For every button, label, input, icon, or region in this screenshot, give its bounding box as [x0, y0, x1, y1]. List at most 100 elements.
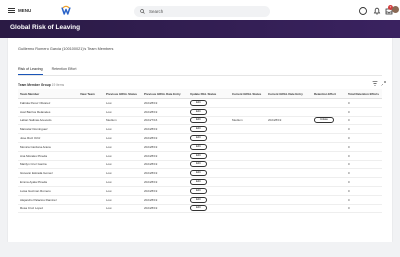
- previous-status-cell: Low: [104, 195, 142, 205]
- team-members-table: Team Member View Team Previous GRGL Stat…: [18, 89, 382, 214]
- edit-button[interactable]: Edit: [190, 99, 207, 106]
- initiate-button[interactable]: Initiate: [314, 117, 334, 124]
- retention-effort-cell: [312, 168, 346, 179]
- previous-status-cell: Low: [104, 168, 142, 179]
- total-retention-cell: 0: [346, 142, 382, 152]
- team-member-name[interactable]: Monica Cardona Arana: [18, 142, 78, 152]
- table-row: Marilyn Cruz Garcia Low 2024/8/19 Edit 0: [18, 160, 382, 170]
- view-team-cell: [78, 186, 104, 196]
- current-status-cell: [230, 142, 266, 152]
- edit-button[interactable]: Edit: [190, 196, 207, 203]
- tab-retention-effort[interactable]: Retention Effort: [52, 67, 77, 75]
- column-header-previous-date[interactable]: Previous GRGL Date Entry: [142, 89, 188, 99]
- page-footer-background: [0, 242, 400, 257]
- team-member-name[interactable]: Ana Morales Pineda: [18, 151, 78, 161]
- column-header-team-member[interactable]: Team Member: [18, 89, 78, 99]
- retention-effort-cell: [312, 151, 346, 161]
- tab-risk-of-leaving[interactable]: Risk of Leaving: [18, 67, 43, 75]
- previous-status-cell: Low: [104, 177, 142, 187]
- team-member-name[interactable]: Alejandro Palacios Ramirez: [18, 195, 78, 205]
- team-member-name[interactable]: Marilyn Cruz Garcia: [18, 160, 78, 170]
- chat-icon[interactable]: [358, 6, 368, 16]
- team-member-name[interactable]: Luisa Guzman Romero: [18, 186, 78, 196]
- app-logo-icon[interactable]: [60, 4, 72, 16]
- edit-button[interactable]: Edit: [190, 152, 207, 159]
- team-member-name[interactable]: Fabiola Perez Olivarez: [18, 98, 78, 108]
- table-row: Marcelar Dominguez Low 2024/8/19 Edit 0: [18, 124, 382, 135]
- column-header-current-status[interactable]: Current GRGL Status: [230, 89, 266, 99]
- edit-button[interactable]: Edit: [190, 161, 207, 168]
- table-toolbar: [372, 81, 386, 86]
- column-header-current-date[interactable]: Current GRGL Date Entry: [266, 89, 312, 99]
- update-status-cell: Edit: [188, 204, 230, 214]
- previous-date-cell: 2024/8/19: [142, 142, 188, 152]
- table-row: Monica Cardona Arana Low 2024/8/19 Edit 0: [18, 142, 382, 152]
- page-subtitle: Guillermo Romero Garcia (100100021)'s Te…: [18, 47, 114, 51]
- page-title: Global Risk of Leaving: [10, 24, 81, 31]
- edit-button[interactable]: Edit: [190, 135, 207, 142]
- total-retention-cell: 0: [346, 124, 382, 135]
- retention-effort-cell: [312, 177, 346, 187]
- previous-status-cell: Low: [104, 107, 142, 117]
- edit-button[interactable]: Edit: [190, 187, 207, 194]
- avatar[interactable]: [392, 6, 399, 13]
- previous-date-cell: 2024/8/19: [142, 160, 188, 170]
- view-team-cell: [78, 177, 104, 187]
- table-row: Fabiola Perez Olivarez Low 2024/8/19 Edit 0: [18, 98, 382, 108]
- current-date-cell: [266, 124, 312, 135]
- team-member-name[interactable]: Giovann Estrada Gomez: [18, 168, 78, 179]
- column-header-update-status[interactable]: Update RGL Status: [188, 89, 230, 99]
- column-header-previous-status[interactable]: Previous GRGL Status: [104, 89, 142, 99]
- update-status-cell: Edit: [188, 142, 230, 152]
- expand-icon[interactable]: [381, 81, 386, 86]
- filter-icon[interactable]: [372, 81, 378, 86]
- edit-button[interactable]: Edit: [190, 117, 207, 124]
- column-header-retention-effort[interactable]: Retention Effort: [312, 89, 346, 99]
- update-status-cell: Edit: [188, 186, 230, 196]
- edit-button[interactable]: Edit: [190, 143, 207, 150]
- current-date-cell: 2024/8/19: [266, 116, 312, 126]
- current-date-cell: [266, 133, 312, 143]
- group-label: Team Member Group: [18, 83, 51, 87]
- column-header-total-retention[interactable]: Total Retention Efforts: [346, 89, 382, 99]
- edit-button[interactable]: Edit: [190, 179, 207, 186]
- update-status-cell: Edit: [188, 168, 230, 179]
- edit-button[interactable]: Edit: [190, 126, 207, 133]
- previous-date-cell: 2024/8/19: [142, 186, 188, 196]
- content-card: Guillermo Romero Garcia (100100021)'s Te…: [8, 38, 392, 242]
- team-member-name[interactable]: Marcelar Dominguez: [18, 124, 78, 135]
- current-date-cell: [266, 168, 312, 179]
- current-date-cell: [266, 160, 312, 170]
- previous-date-cell: 2024/8/19: [142, 133, 188, 143]
- menu-button[interactable]: MENU: [8, 6, 31, 14]
- update-status-cell: Edit: [188, 151, 230, 161]
- team-member-name[interactable]: Axel Barrios Relaneles: [18, 107, 78, 117]
- column-header-view-team[interactable]: View Team: [78, 89, 104, 99]
- current-date-cell: [266, 177, 312, 187]
- previous-status-cell: Low: [104, 204, 142, 214]
- current-date-cell: [266, 98, 312, 108]
- total-retention-cell: 0: [346, 151, 382, 161]
- tab-bar: Risk of Leaving Retention Effort: [18, 67, 76, 75]
- search-input[interactable]: Search: [134, 6, 270, 17]
- previous-date-cell: 2024/8/19: [142, 168, 188, 179]
- current-date-cell: [266, 195, 312, 205]
- previous-status-cell: Medium: [104, 116, 142, 126]
- current-status-cell: [230, 195, 266, 205]
- team-member-name[interactable]: Laban Salinas Acevedo: [18, 116, 78, 126]
- edit-button[interactable]: Edit: [190, 170, 207, 177]
- team-member-name[interactable]: Jose Ruiz Ortiz: [18, 133, 78, 143]
- current-date-cell: [266, 142, 312, 152]
- team-member-name[interactable]: Emma Ayala Pineda: [18, 177, 78, 187]
- previous-status-cell: Low: [104, 98, 142, 108]
- edit-button[interactable]: Edit: [190, 108, 207, 115]
- view-team-cell: [78, 107, 104, 117]
- current-status-cell: [230, 168, 266, 179]
- current-status-cell: [230, 107, 266, 117]
- edit-button[interactable]: Edit: [190, 205, 207, 212]
- update-status-cell: Edit: [188, 160, 230, 170]
- team-member-name[interactable]: Rosa Cruz Lopez: [18, 204, 78, 214]
- current-status-cell: [230, 177, 266, 187]
- bell-icon[interactable]: [372, 6, 382, 16]
- previous-status-cell: Low: [104, 186, 142, 196]
